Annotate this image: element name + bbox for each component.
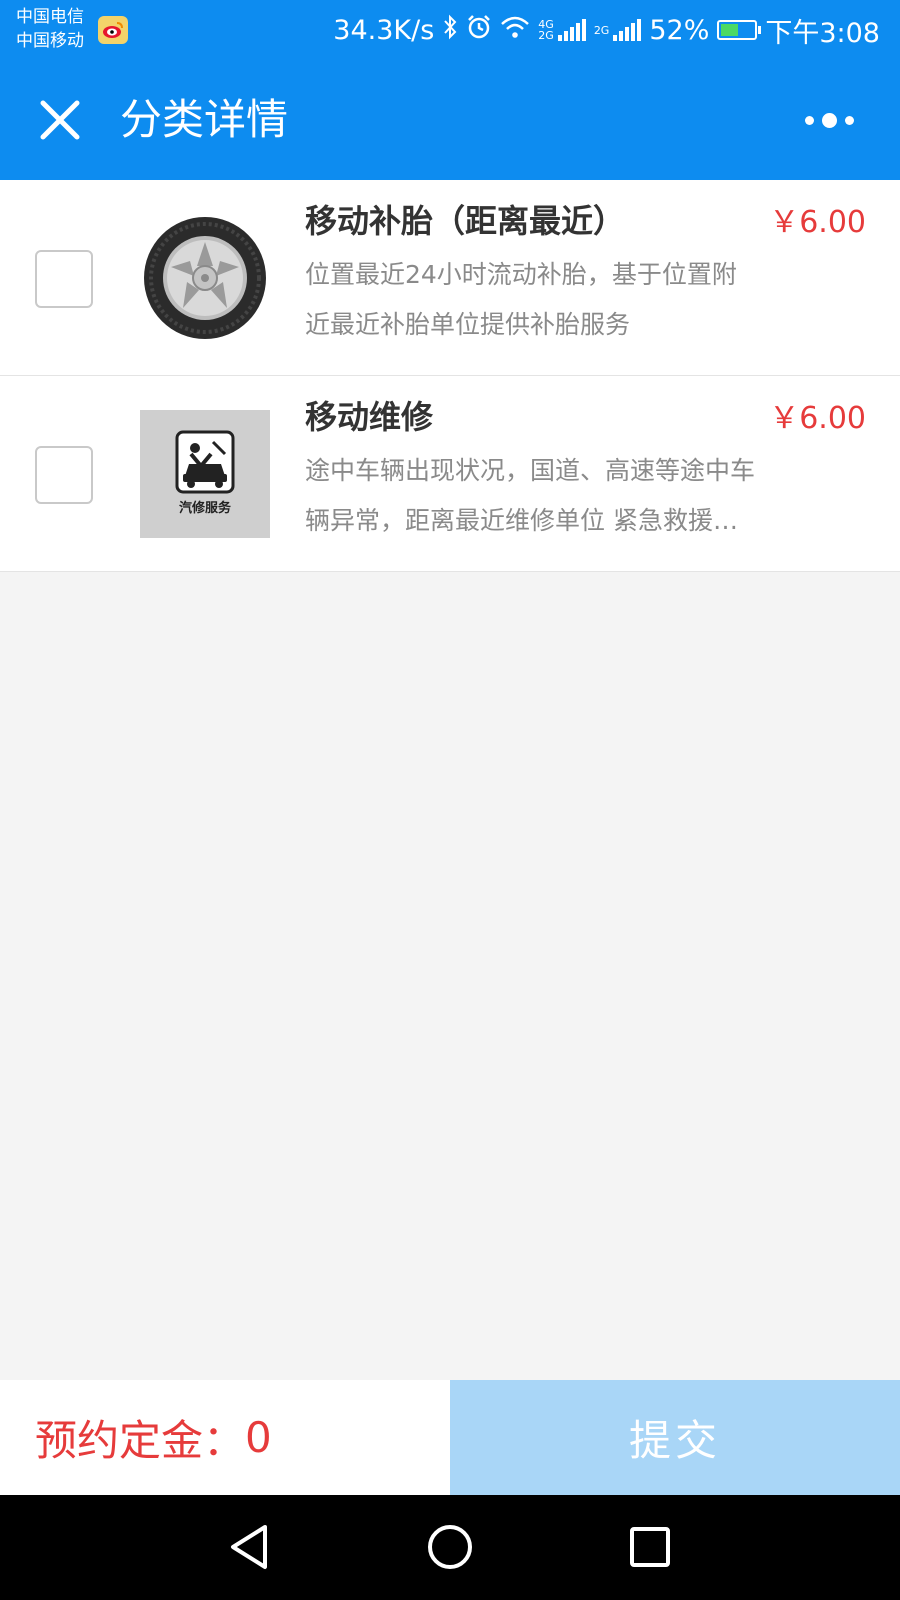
title-bar: 分类详情 [0,60,900,180]
recents-square-icon [630,1527,670,1567]
status-indicators: 34.3K/s 4G 2G 2G 52% 下午3:08 [333,10,880,50]
car-repair-icon: 汽修服务 [175,430,235,516]
status-bar: 中国电信 中国移动 34.3K/s 4G 2G 2G 52% 下午3:08 [0,0,900,60]
carrier-1: 中国电信 [16,7,84,27]
more-options-button[interactable] [784,96,874,144]
battery-icon [717,20,762,40]
service-description: 途中车辆出现状况，国道、高速等途中车辆异常，距离最近维修单位 紧急救援服务 [305,456,755,535]
clock: 下午3:08 [765,17,880,49]
service-list: 移动补胎（距离最近） ￥6.00 位置最近24小时流动补胎，基于位置附近最近补胎… [0,180,900,572]
home-circle-icon [428,1525,472,1569]
service-item-mobile-repair[interactable]: 汽修服务 移动维修 ￥6.00 途中车辆出现状况，国道、高速等途中车辆异常，距离… [0,376,900,572]
close-button[interactable] [30,90,90,150]
battery-fill [721,24,738,36]
more-dot-icon [804,115,814,125]
more-dot-icon [844,115,854,125]
service-price: ￥6.00 [769,205,866,240]
more-dot-icon [821,112,837,128]
wifi-icon [500,15,530,46]
alarm-icon [466,14,492,47]
service-thumbnail: 汽修服务 [140,410,270,538]
back-triangle-icon [231,1525,267,1569]
footer-bar: 预约定金： 0 提交 [0,1380,900,1495]
signal-icon [557,19,586,41]
tire-icon [144,217,266,339]
carrier-2: 中国移动 [16,31,84,51]
deposit-label: 预约定金： [35,1416,246,1465]
deposit-summary: 预约定金： 0 [0,1380,450,1495]
carrier-labels: 中国电信 中国移动 [16,5,84,53]
page-title: 分类详情 [120,95,289,144]
recents-button[interactable] [620,1517,680,1577]
navigation-bar [0,1495,900,1600]
network-type-tag-2: 2G [593,23,610,37]
close-icon [40,100,80,140]
service-name: 移动维修 [305,398,434,436]
submit-button[interactable]: 提交 [450,1380,900,1495]
service-price: ￥6.00 [769,401,866,436]
image-caption: 汽修服务 [179,500,232,516]
select-checkbox[interactable] [35,250,93,308]
deposit-value: 0 [245,1413,272,1462]
signal-icon-2 [613,19,642,41]
network-type-tag: 4G 2G [538,18,554,42]
service-thumbnail [140,214,270,342]
back-button[interactable] [219,1517,279,1577]
home-button[interactable] [420,1517,480,1577]
service-description: 位置最近24小时流动补胎，基于位置附近最近补胎单位提供补胎服务 [305,260,737,339]
service-item-tire-repair[interactable]: 移动补胎（距离最近） ￥6.00 位置最近24小时流动补胎，基于位置附近最近补胎… [0,180,900,376]
network-speed: 34.3K/s [333,14,435,46]
battery-percent: 52% [649,14,710,46]
bluetooth-icon [442,14,458,46]
service-name: 移动补胎（距离最近） [305,202,626,240]
select-checkbox[interactable] [35,446,93,504]
weibo-icon [98,16,128,44]
